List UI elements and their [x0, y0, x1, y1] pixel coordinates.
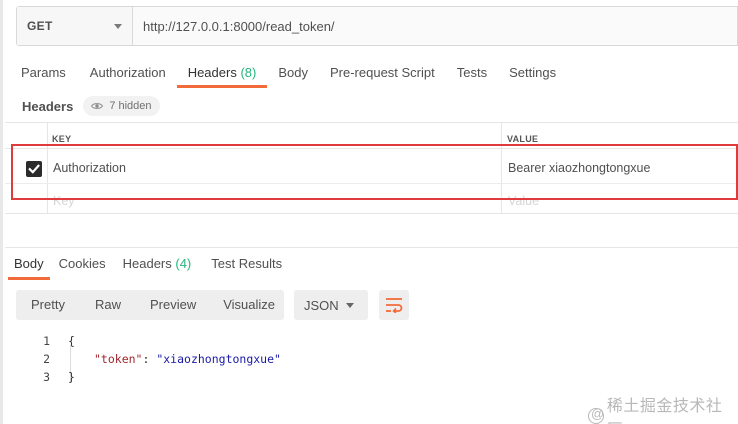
left-edge-bar [0, 0, 3, 424]
tab-tests[interactable]: Tests [446, 58, 498, 88]
tab-authorization[interactable]: Authorization [79, 58, 177, 88]
code-line-token: "token": "xiaozhongtongxue" [94, 352, 281, 366]
line-number: 3 [43, 370, 50, 384]
headers-subheader: Headers 7 hidden [22, 96, 160, 116]
tab-label: Body [14, 256, 44, 271]
resp-tab-test-results[interactable]: Test Results [205, 250, 288, 280]
column-header-key: KEY [52, 134, 72, 144]
tab-label: Body [278, 65, 308, 80]
code-close-brace: } [68, 370, 75, 384]
resp-tab-body[interactable]: Body [8, 250, 50, 280]
tab-label: Settings [509, 65, 557, 80]
request-url-bar: GET http://127.0.0.1:8000/read_token/ [16, 6, 738, 46]
tab-params[interactable]: Params [10, 58, 77, 88]
red-highlight-box [11, 144, 738, 200]
url-text: http://127.0.0.1:8000/read_token/ [143, 18, 335, 34]
line-number: 1 [43, 334, 50, 348]
tab-label: Authorization [89, 65, 166, 80]
json-colon: : [142, 352, 157, 366]
tab-label: Tests [456, 65, 488, 80]
method-label: GET [27, 19, 53, 33]
chevron-down-icon [114, 23, 122, 29]
raw-button[interactable]: Raw [95, 290, 121, 320]
tab-label: Headers [122, 256, 172, 271]
tab-headers[interactable]: Headers (8) [176, 58, 268, 88]
resp-tab-headers[interactable]: Headers (4) [117, 250, 198, 280]
tab-count: (8) [240, 65, 257, 80]
tab-label: Headers [187, 65, 237, 80]
wrap-lines-button[interactable] [379, 290, 409, 320]
tab-settings[interactable]: Settings [498, 58, 567, 88]
headers-title: Headers [22, 98, 74, 114]
watermark: 稀土掘金技术社区 [588, 392, 738, 424]
view-mode-group: Pretty Raw Preview Visualize [16, 290, 284, 320]
watermark-text: 稀土掘金技术社区 [606, 398, 723, 424]
json-value: "xiaozhongtongxue" [156, 352, 281, 366]
url-input[interactable]: http://127.0.0.1:8000/read_token/ [133, 7, 737, 45]
preview-button[interactable]: Preview [150, 290, 196, 320]
code-open-brace: { [68, 334, 75, 348]
pretty-button[interactable]: Pretty [31, 290, 65, 320]
response-tabs: Body Cookies Headers (4) Test Results [8, 250, 288, 280]
at-sign-icon [588, 406, 605, 424]
wrap-lines-icon [386, 298, 403, 313]
visualize-button[interactable]: Visualize [223, 290, 275, 320]
resp-tab-cookies[interactable]: Cookies [53, 250, 112, 280]
tab-count: (4) [175, 256, 192, 271]
chevron-down-icon [346, 303, 354, 308]
json-key: "token" [94, 352, 143, 366]
hidden-headers-toggle[interactable]: 7 hidden [83, 96, 160, 116]
request-tabs: Params Authorization Headers (8) Body Pr… [10, 58, 567, 88]
tab-label: Pre-request Script [329, 65, 435, 80]
tab-pre-request-script[interactable]: Pre-request Script [319, 58, 446, 88]
tab-body[interactable]: Body [267, 58, 319, 88]
column-header-value: VALUE [507, 134, 539, 144]
format-label: JSON [304, 297, 339, 313]
format-select[interactable]: JSON [294, 290, 368, 320]
tab-label: Test Results [211, 256, 283, 271]
tab-label: Params [21, 65, 66, 80]
method-dropdown[interactable]: GET [17, 7, 133, 45]
eye-icon [91, 103, 104, 109]
hidden-count-label: 7 hidden [109, 100, 152, 112]
line-number: 2 [43, 352, 50, 366]
pane-divider [5, 214, 738, 248]
tab-label: Cookies [58, 256, 106, 271]
